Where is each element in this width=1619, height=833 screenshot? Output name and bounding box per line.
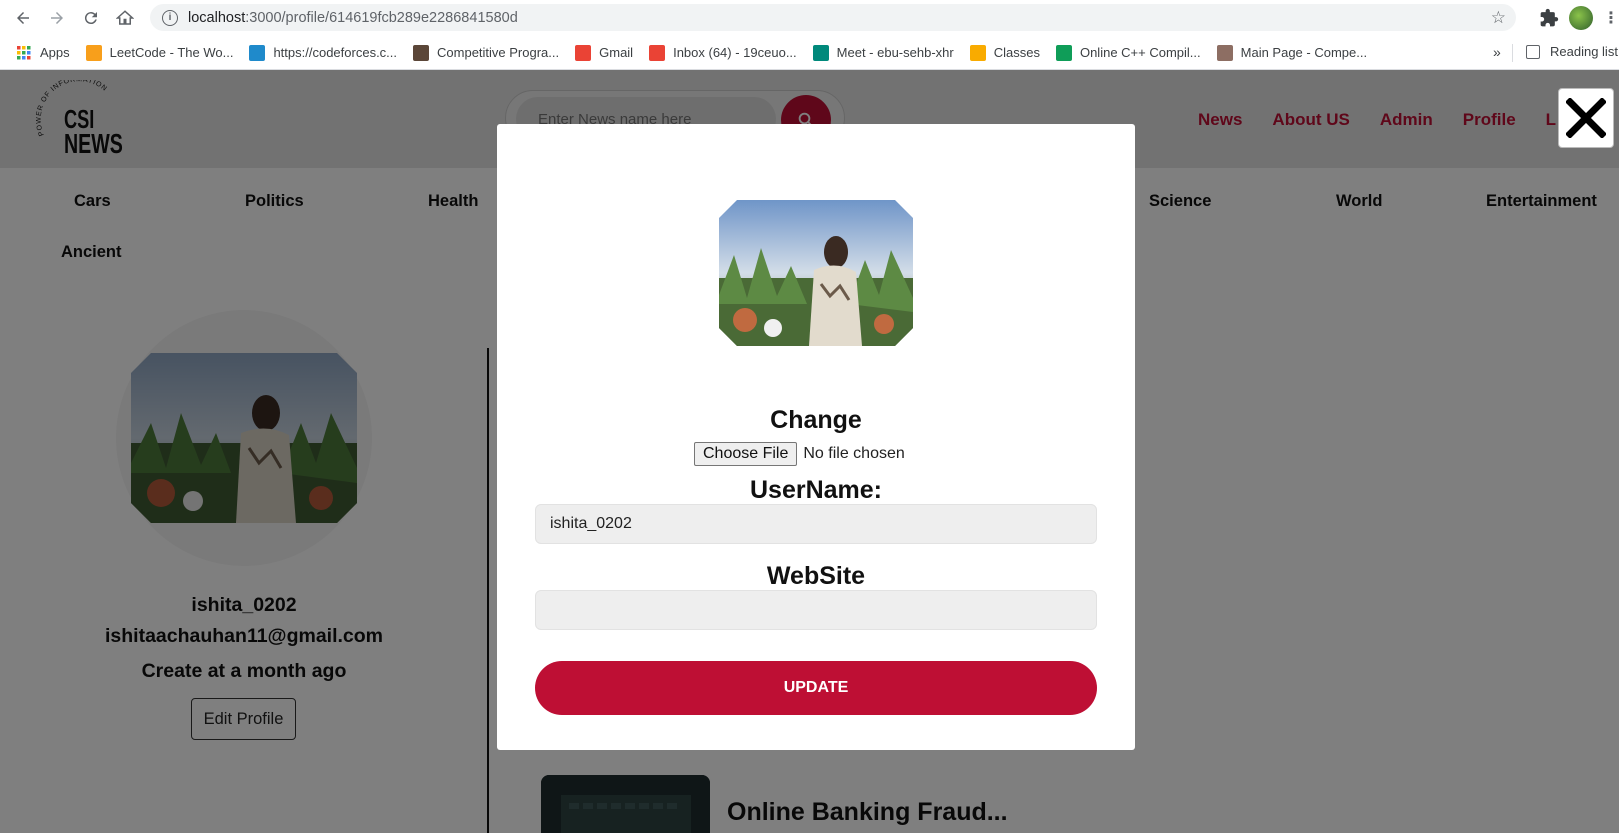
reading-list-icon bbox=[1526, 44, 1540, 59]
website-input[interactable] bbox=[535, 590, 1097, 630]
reading-list-button[interactable]: Reading list bbox=[1526, 44, 1618, 59]
reload-icon[interactable] bbox=[74, 1, 108, 35]
bookmark-label: Online C++ Compil... bbox=[1079, 45, 1201, 60]
home-icon[interactable] bbox=[108, 1, 142, 35]
bookmarks-divider bbox=[1512, 44, 1513, 62]
bookmark-item[interactable]: Apps bbox=[16, 45, 70, 61]
bookmarks-more-button[interactable]: » bbox=[1493, 44, 1501, 60]
url-text: localhost:3000/profile/614619fcb289e2286… bbox=[188, 9, 518, 26]
bookmark-label: Meet - ebu-sehb-xhr bbox=[836, 45, 954, 60]
bookmark-item[interactable]: Online C++ Compil... bbox=[1055, 44, 1201, 61]
bookmark-label: Inbox (64) - 19ceuo... bbox=[673, 45, 797, 60]
classroom-icon bbox=[969, 44, 986, 61]
bookmarks-bar: Apps LeetCode - The Wo... https://codeforc… bbox=[0, 36, 1619, 70]
toolbar-right: ⋮ bbox=[1539, 0, 1619, 36]
edit-profile-modal: Change Choose File No file chosen UserNa… bbox=[497, 124, 1135, 750]
leetcode-icon bbox=[85, 44, 102, 61]
wiki-icon bbox=[1216, 44, 1233, 61]
bookmark-star-icon[interactable]: ☆ bbox=[1491, 8, 1506, 28]
back-icon[interactable] bbox=[6, 1, 40, 35]
username-label: UserName: bbox=[749, 476, 882, 504]
bookmark-label: Apps bbox=[40, 45, 70, 60]
menu-kebab-icon[interactable]: ⋮ bbox=[1603, 8, 1619, 28]
website-label: WebSite bbox=[766, 562, 866, 590]
bookmark-item[interactable]: Competitive Progra... bbox=[413, 44, 560, 61]
bookmark-label: Competitive Progra... bbox=[437, 45, 560, 60]
codeforces-icon bbox=[249, 44, 266, 61]
reading-list-label: Reading list bbox=[1550, 44, 1618, 59]
apps-grid-icon bbox=[16, 45, 32, 61]
gmail-icon bbox=[649, 44, 666, 61]
change-photo-label: Change bbox=[770, 406, 862, 434]
meet-icon bbox=[812, 44, 829, 61]
close-icon bbox=[1566, 98, 1606, 138]
bookmark-label: Gmail bbox=[599, 45, 634, 60]
code-icon bbox=[1055, 44, 1072, 61]
bookmark-item[interactable]: https://codeforces.c... bbox=[249, 44, 398, 61]
choose-file-button[interactable]: Choose File bbox=[694, 442, 798, 466]
profile-photo-preview bbox=[719, 200, 913, 346]
bookmark-item[interactable]: LeetCode - The Wo... bbox=[85, 44, 234, 61]
bookmark-item[interactable]: Meet - ebu-sehb-xhr bbox=[812, 44, 954, 61]
bookmark-label: LeetCode - The Wo... bbox=[109, 45, 234, 60]
file-status: No file chosen bbox=[803, 445, 905, 462]
bookmark-item[interactable]: Inbox (64) - 19ceuo... bbox=[649, 44, 797, 61]
info-icon[interactable]: i bbox=[162, 9, 178, 26]
address-bar[interactable]: i localhost:3000/profile/614619fcb289e22… bbox=[150, 4, 1516, 31]
bookmark-item[interactable]: Classes bbox=[969, 44, 1040, 61]
bookmark-label: Main Page - Compe... bbox=[1240, 45, 1368, 60]
bookmark-item[interactable]: Gmail bbox=[575, 44, 634, 61]
update-button[interactable]: UPDATE bbox=[535, 661, 1097, 715]
bookmark-label: Classes bbox=[993, 45, 1040, 60]
browser-toolbar: i localhost:3000/profile/614619fcb289e22… bbox=[0, 0, 1619, 36]
cc-icon bbox=[413, 44, 430, 61]
file-picker: Choose File No file chosen bbox=[694, 442, 905, 466]
forward-icon[interactable] bbox=[40, 1, 74, 35]
extensions-icon[interactable] bbox=[1539, 8, 1559, 28]
bookmark-item[interactable]: Main Page - Compe... bbox=[1216, 44, 1368, 61]
bookmark-label: https://codeforces.c... bbox=[273, 45, 398, 60]
account-avatar[interactable] bbox=[1569, 6, 1593, 30]
gmail-icon bbox=[575, 44, 592, 61]
username-input[interactable] bbox=[535, 504, 1097, 544]
close-modal-button[interactable] bbox=[1558, 88, 1614, 148]
